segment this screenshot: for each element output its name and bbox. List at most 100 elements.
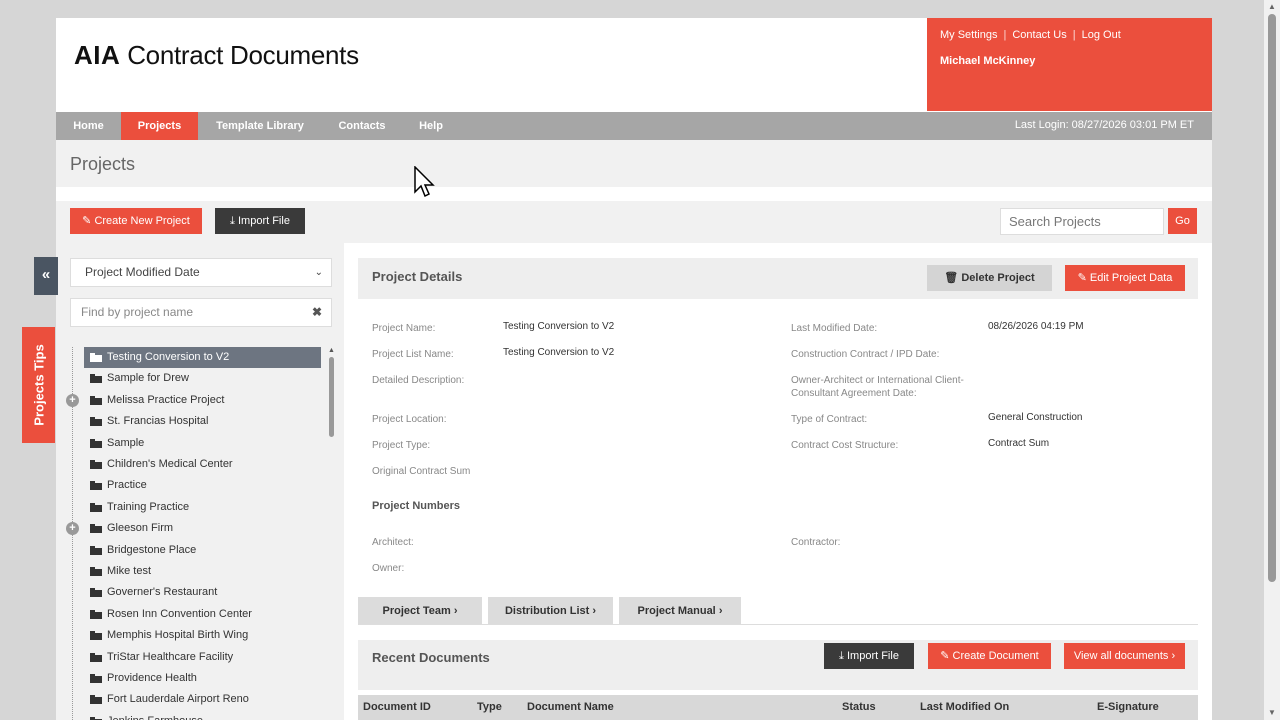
sort-select[interactable]: Project Modified Date ⌄ (70, 258, 332, 287)
projects-tips-tab[interactable]: Projects Tips (22, 327, 55, 443)
project-tree-item[interactable]: Providence Health (84, 668, 321, 689)
scroll-up-icon[interactable]: ▲ (328, 347, 335, 354)
field-value: Testing Conversion to V2 (503, 347, 615, 358)
user-links: My Settings | Contact Us | Log Out (940, 29, 1121, 41)
scroll-up-icon[interactable]: ▲ (1267, 2, 1277, 12)
recent-documents-title: Recent Documents (372, 650, 490, 665)
project-tree-item[interactable]: Children's Medical Center (84, 454, 321, 475)
project-tree-item[interactable]: Mike test (84, 561, 321, 582)
folder-icon (90, 481, 102, 491)
view-all-documents-button[interactable]: View all documents › (1064, 643, 1185, 669)
nav-template-library[interactable]: Template Library (202, 112, 318, 140)
project-tree-item[interactable]: Bridgestone Place (84, 540, 321, 561)
edit-icon: ✎ (1077, 272, 1087, 284)
field-label: Detailed Description: (372, 375, 465, 386)
column-last-modified-on[interactable]: Last Modified On (920, 695, 1009, 720)
find-project-input[interactable]: Find by project name ✖ (70, 298, 332, 327)
column-e-signature[interactable]: E-Signature (1097, 695, 1159, 720)
collapse-sidebar-button[interactable]: « (34, 257, 58, 295)
field-label: Project List Name: (372, 349, 454, 360)
project-tree-item[interactable]: Practice (84, 475, 321, 496)
nav-home[interactable]: Home (56, 112, 121, 140)
column-status[interactable]: Status (842, 695, 876, 720)
main-nav: Home Projects Template Library Contacts … (56, 112, 1212, 140)
tab-project-team[interactable]: Project Team › (358, 597, 482, 625)
scroll-down-icon[interactable]: ▼ (1267, 708, 1277, 718)
tree-scrollbar[interactable]: ▲ (328, 347, 335, 720)
folder-icon (90, 652, 102, 662)
nav-contacts[interactable]: Contacts (324, 112, 400, 140)
field-label: Type of Contract: (791, 414, 868, 425)
scrollbar-thumb[interactable] (1268, 14, 1276, 582)
project-tree-label: Rosen Inn Convention Center (107, 607, 252, 620)
project-tree-item[interactable]: St. Francias Hospital (84, 411, 321, 432)
project-tree-label: Jenkins Farmhouse (107, 715, 203, 720)
delete-project-button[interactable]: 🗑 Delete Project (927, 265, 1052, 291)
create-document-button[interactable]: ✎ Create Document (928, 643, 1051, 669)
expand-plus-icon[interactable]: + (66, 393, 79, 407)
projects-tips-label: Projects Tips (31, 344, 46, 426)
browser-scrollbar[interactable]: ▲ ▼ (1264, 0, 1280, 720)
project-tree-item[interactable]: Fort Lauderdale Airport Reno (84, 689, 321, 710)
folder-icon (90, 545, 102, 555)
project-tree-item[interactable]: Gleeson Firm (84, 518, 321, 539)
project-tree-item[interactable]: Sample (84, 433, 321, 454)
search-projects-input[interactable]: Search Projects (1000, 208, 1164, 235)
field-label: Project Location: (372, 414, 447, 425)
project-tree-label: Memphis Hospital Birth Wing (107, 629, 249, 642)
project-tree-label: Testing Conversion to V2 (107, 351, 230, 363)
project-tree-label: Providence Health (107, 672, 197, 684)
log-out-link[interactable]: Log Out (1082, 29, 1121, 41)
folder-icon (90, 417, 102, 427)
logo-bold: AIA (74, 40, 121, 70)
tab-distribution-list[interactable]: Distribution List › (488, 597, 613, 625)
import-file-button[interactable]: ⤓ Import File (215, 208, 305, 234)
project-tree-item[interactable]: Melissa Practice Project (84, 390, 321, 411)
page-title: Projects (70, 154, 136, 174)
user-name: Michael McKinney (940, 55, 1036, 67)
recent-import-file-label: Import File (846, 650, 899, 662)
project-tree-label: Governer's Restaurant (107, 586, 218, 599)
aia-logo[interactable]: AIA Contract Documents (74, 40, 359, 71)
chevron-right-icon: › (718, 605, 723, 617)
project-tree-item[interactable]: Training Practice (84, 497, 321, 518)
folder-icon (90, 631, 102, 641)
architect-label: Architect: (372, 537, 414, 548)
project-tree-label: Children's Medical Center (107, 458, 233, 470)
nav-help[interactable]: Help (406, 112, 456, 140)
column-document-id[interactable]: Document ID (363, 695, 431, 720)
expand-plus-icon[interactable]: + (66, 522, 79, 536)
project-tree-label: Gleeson Firm (107, 522, 174, 535)
project-tree-item[interactable]: Governer's Restaurant (84, 582, 321, 603)
project-tree-item[interactable]: Sample for Drew (84, 368, 321, 389)
field-label: Project Type: (372, 440, 431, 451)
contact-us-link[interactable]: Contact Us (1012, 29, 1066, 41)
project-tree-item[interactable]: Rosen Inn Convention Center (84, 604, 321, 625)
folder-icon (90, 395, 102, 405)
project-tree-label: Mike test (107, 565, 152, 577)
owner-label: Owner: (372, 563, 405, 574)
edit-project-data-button[interactable]: ✎ Edit Project Data (1065, 265, 1185, 291)
search-go-button[interactable]: Go (1168, 208, 1197, 234)
tab-project-manual[interactable]: Project Manual › (619, 597, 741, 625)
column-document-name[interactable]: Document Name (527, 695, 614, 720)
project-tree-item[interactable]: Jenkins Farmhouse (84, 711, 321, 720)
edit-project-data-label: Edit Project Data (1089, 272, 1173, 284)
project-tree-item[interactable]: TriStar Healthcare Facility (84, 647, 321, 668)
separator: | (1003, 29, 1007, 41)
documents-table-header: Document ID Type Document Name Status La… (358, 695, 1198, 720)
nav-projects[interactable]: Projects (121, 112, 198, 140)
tree-scrollbar-thumb[interactable] (329, 357, 334, 437)
column-type[interactable]: Type (477, 695, 502, 720)
clear-icon[interactable]: ✖ (312, 299, 322, 326)
recent-import-file-button[interactable]: ⤓ Import File (824, 643, 914, 669)
import-icon: ⤓ (230, 215, 235, 227)
project-tree-label: Practice (107, 479, 147, 492)
create-new-project-button[interactable]: ✎ Create New Project (70, 208, 202, 234)
project-tree-item[interactable]: Testing Conversion to V2 (84, 347, 321, 368)
project-tree-label: Sample (107, 436, 145, 449)
my-settings-link[interactable]: My Settings (940, 29, 997, 41)
mouse-cursor-icon (414, 166, 435, 198)
app-page: AIA Contract Documents My Settings | Conta… (56, 18, 1212, 720)
project-tree-item[interactable]: Memphis Hospital Birth Wing (84, 625, 321, 646)
